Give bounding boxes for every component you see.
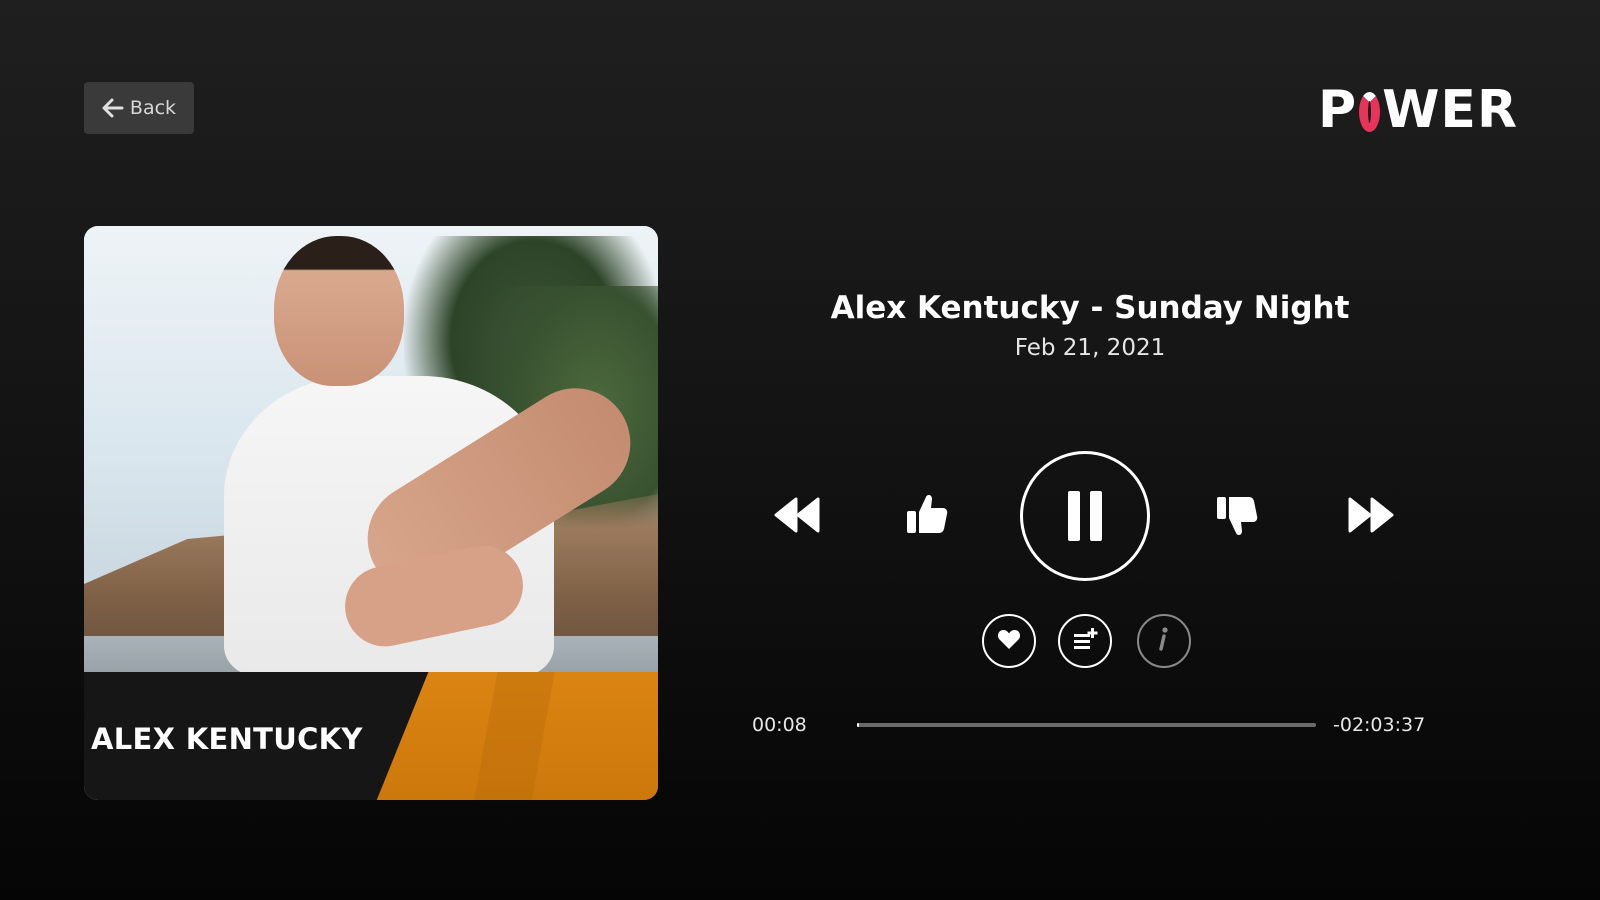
info-button[interactable] <box>1137 614 1191 668</box>
power-logo: P WER <box>1318 84 1518 136</box>
pause-icon <box>1066 490 1104 542</box>
arrow-left-icon <box>102 98 124 118</box>
logo-o-ring-icon <box>1359 92 1381 132</box>
thumbs-down-icon <box>1215 494 1259 538</box>
track-date: Feb 21, 2021 <box>1014 335 1166 361</box>
elapsed-time: 00:08 <box>752 714 807 736</box>
add-to-queue-button[interactable] <box>1058 614 1112 668</box>
favorite-button[interactable] <box>982 614 1036 668</box>
pause-button[interactable] <box>1020 451 1150 581</box>
back-button[interactable]: Back <box>84 82 194 134</box>
heart-icon <box>997 628 1021 654</box>
logo-suffix: WER <box>1382 80 1518 140</box>
progress-bar-fill <box>857 723 859 727</box>
thumbs-down-button[interactable] <box>1212 490 1262 542</box>
thumbs-up-icon <box>905 492 949 536</box>
rewind-icon <box>774 497 820 533</box>
back-label: Back <box>129 97 177 119</box>
thumbs-up-button[interactable] <box>902 488 952 540</box>
artwork-person-head <box>274 236 404 386</box>
album-artwork: ALEX KENTUCKY <box>84 226 658 800</box>
remaining-time: -02:03:37 <box>1333 714 1426 736</box>
fast-forward-icon <box>1348 497 1394 533</box>
track-title: Alex Kentucky - Sunday Night <box>830 290 1350 326</box>
fast-forward-button[interactable] <box>1344 490 1398 540</box>
progress-bar[interactable] <box>857 723 1316 727</box>
artwork-artist-label: ALEX KENTUCKY <box>91 722 363 756</box>
info-icon <box>1158 626 1170 656</box>
logo-prefix: P <box>1318 80 1358 140</box>
add-to-queue-icon <box>1072 627 1098 655</box>
rewind-button[interactable] <box>770 490 824 540</box>
